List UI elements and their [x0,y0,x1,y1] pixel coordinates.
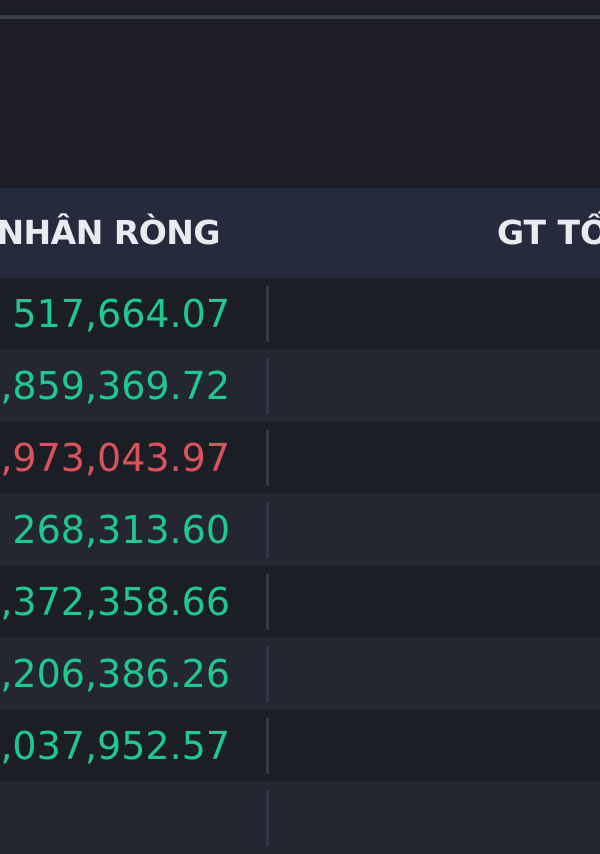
table-row[interactable]: 268,313.60 [0,494,600,566]
column-separator [266,646,269,702]
table-row[interactable]: ,372,358.66 [0,566,600,638]
table-row[interactable]: ,206,386.26 [0,638,600,710]
table-row[interactable]: ,973,043.97 [0,422,600,494]
table-row[interactable]: 517,664.07 [0,278,600,350]
net-value-cell: ,372,358.66 [0,580,230,624]
table-row[interactable]: ,859,369.72 [0,350,600,422]
net-value-cell: 268,313.60 [12,508,230,552]
column-header-total-value[interactable]: GT TỐ [497,188,600,278]
net-value-cell: ,973,043.97 [0,436,230,480]
net-value-cell: ,206,386.26 [0,652,230,696]
column-header-net-foreign[interactable]: NHÂN RÒNG [0,188,220,278]
column-separator [266,502,269,558]
table-body: 517,664.07 ,859,369.72 ,973,043.97 268,3… [0,278,600,854]
column-separator [266,718,269,774]
column-separator [266,286,269,342]
column-separator [266,790,269,846]
table-row[interactable] [0,782,600,854]
net-value-cell: 517,664.07 [12,292,230,336]
column-separator [266,430,269,486]
table-row[interactable]: ,037,952.57 [0,710,600,782]
table-header: NHÂN RÒNG GT TỐ [0,188,600,278]
net-value-cell: ,859,369.72 [0,364,230,408]
column-separator [266,358,269,414]
top-divider [0,15,600,19]
net-value-cell: ,037,952.57 [0,724,230,768]
column-separator [266,574,269,630]
